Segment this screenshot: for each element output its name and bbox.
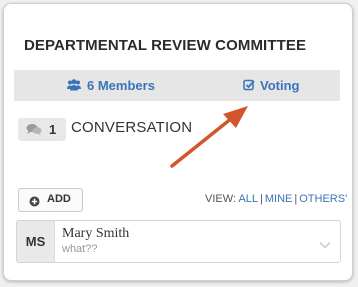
- annotation-arrow: [170, 106, 248, 168]
